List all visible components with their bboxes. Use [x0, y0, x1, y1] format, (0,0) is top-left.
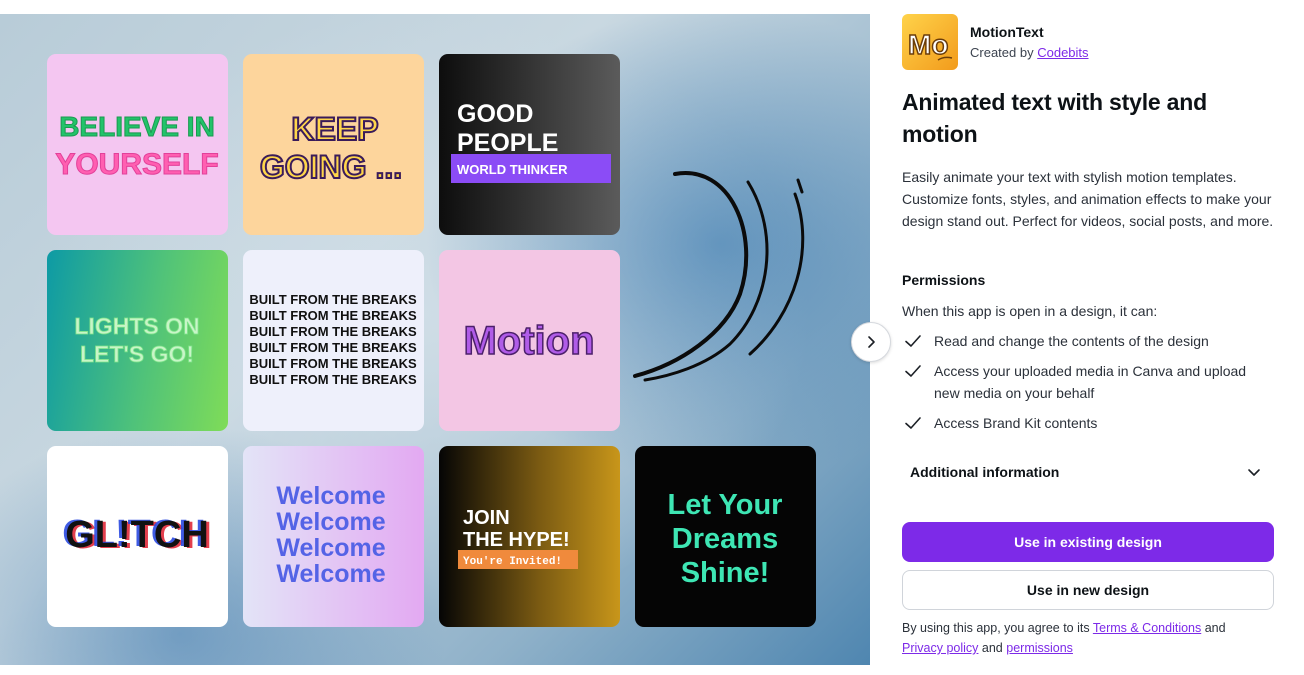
- template-welcome[interactable]: Welcome Welcome Welcome Welcome: [243, 446, 424, 627]
- template-keep-going[interactable]: KEEP GOING ...: [243, 54, 424, 235]
- next-slide-button[interactable]: [851, 322, 891, 362]
- permissions-intro: When this app is open in a design, it ca…: [902, 303, 1158, 319]
- template-let-your-dreams-shine[interactable]: Let Your Dreams Shine!: [635, 446, 816, 627]
- check-icon: [905, 335, 921, 347]
- tile-text: Welcome: [276, 482, 385, 510]
- motion-swoosh-decoration: [633, 171, 805, 382]
- tile-text: BUILT FROM THE BREAKS: [249, 292, 417, 307]
- use-in-new-design-button[interactable]: Use in new design: [902, 570, 1274, 610]
- tile-text: GOOD: [457, 100, 533, 128]
- template-join-the-hype[interactable]: JOIN THE HYPE! You're Invited!: [439, 446, 620, 627]
- tile-text: Welcome: [276, 508, 385, 536]
- template-glitch[interactable]: GL!TCH GL!TCH GL!TCH: [47, 446, 228, 627]
- legal-notice: By using this app, you agree to its Term…: [902, 618, 1274, 658]
- tile-text: YOURSELF: [55, 148, 218, 181]
- template-believe-in-yourself[interactable]: BELIEVE IN YOURSELF: [47, 54, 228, 235]
- permissions-list: Read and change the contents of the desi…: [902, 330, 1274, 442]
- tile-text: Let Your: [668, 489, 783, 521]
- check-icon: [905, 417, 921, 429]
- tile-text: BUILT FROM THE BREAKS: [249, 308, 417, 323]
- use-in-existing-design-button[interactable]: Use in existing design: [902, 522, 1274, 562]
- tile-text: BUILT FROM THE BREAKS: [249, 324, 417, 339]
- tile-text: KEEP: [291, 111, 378, 147]
- legal-and: and: [981, 641, 1003, 655]
- permission-text: Read and change the contents of the desi…: [934, 333, 1209, 349]
- tile-text: LET'S GO!: [80, 341, 194, 367]
- permission-item: Read and change the contents of the desi…: [902, 330, 1274, 352]
- permissions-link[interactable]: permissions: [1006, 641, 1073, 655]
- app-name: MotionText: [970, 24, 1044, 40]
- app-headline: Animated text with style and motion: [902, 89, 1207, 147]
- tile-text: GOING ...: [260, 149, 402, 185]
- template-lights-on[interactable]: LIGHTS ON LET'S GO!: [47, 250, 228, 431]
- additional-information-label: Additional information: [910, 464, 1060, 480]
- tile-text: Shine!: [681, 557, 770, 589]
- creator-link[interactable]: Codebits: [1037, 45, 1088, 60]
- app-creator: Created by Codebits: [970, 45, 1089, 60]
- additional-information-toggle[interactable]: Additional information: [902, 452, 1274, 492]
- tile-text: BUILT FROM THE BREAKS: [249, 340, 417, 355]
- permission-item: Access Brand Kit contents: [902, 412, 1274, 434]
- app-logo: Mo: [902, 14, 958, 70]
- check-icon: [905, 365, 921, 377]
- template-good-people[interactable]: GOOD PEOPLE WORLD THINKER: [439, 54, 620, 235]
- tile-text: Welcome: [276, 534, 385, 562]
- tile-text: LIGHTS ON: [74, 313, 199, 339]
- terms-link[interactable]: Terms & Conditions: [1093, 621, 1201, 635]
- tile-text: You're Invited!: [463, 556, 562, 568]
- tile-text: Dreams: [672, 523, 778, 555]
- app-description: Easily animate your text with stylish mo…: [902, 169, 1274, 229]
- chevron-down-icon: [1248, 469, 1260, 476]
- legal-and: and: [1204, 621, 1226, 635]
- chevron-right-icon: [868, 336, 875, 348]
- permission-text: Access your uploaded media in Canva and …: [934, 363, 1247, 401]
- tile-text: Welcome: [276, 560, 385, 588]
- tile-text: WORLD THINKER: [457, 162, 568, 177]
- template-built-from-the-breaks[interactable]: BUILT FROM THE BREAKS BUILT FROM THE BRE…: [243, 250, 424, 431]
- tile-text: PEOPLE: [457, 129, 558, 157]
- template-motion[interactable]: Motion: [439, 250, 620, 431]
- permissions-heading: Permissions: [902, 272, 986, 288]
- created-by-label: Created by: [970, 45, 1034, 60]
- legal-prefix: By using this app, you agree to its: [902, 621, 1090, 635]
- tile-text: THE HYPE!: [463, 529, 570, 551]
- tile-text: JOIN: [463, 507, 510, 529]
- app-details-panel: Mo MotionText Created by Codebits Animat…: [902, 0, 1274, 675]
- tile-text: BELIEVE IN: [59, 111, 215, 142]
- tile-text: BUILT FROM THE BREAKS: [249, 372, 417, 387]
- tile-text: BUILT FROM THE BREAKS: [249, 356, 417, 371]
- preview-gallery: BELIEVE IN YOURSELF KEEP GOING ... GOOD …: [0, 14, 870, 665]
- permission-item: Access your uploaded media in Canva and …: [902, 360, 1274, 404]
- permission-text: Access Brand Kit contents: [934, 415, 1098, 431]
- privacy-link[interactable]: Privacy policy: [902, 641, 978, 655]
- app-logo-text: Mo: [908, 29, 948, 60]
- tile-text: Motion: [463, 319, 594, 363]
- tile-text: GL!TCH: [65, 514, 209, 556]
